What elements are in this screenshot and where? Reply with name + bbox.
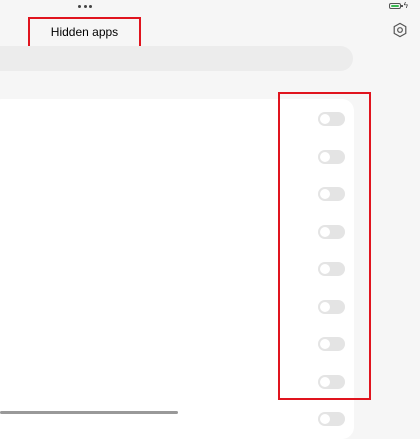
toggle-switch[interactable] <box>318 112 345 126</box>
dot <box>78 5 81 8</box>
dot <box>89 5 92 8</box>
gear-icon[interactable] <box>392 22 408 38</box>
app-list <box>0 99 354 439</box>
toggle-knob <box>320 301 330 312</box>
toggle-switch[interactable] <box>318 149 345 164</box>
toggle-switch[interactable] <box>318 262 345 276</box>
toggle-knob <box>320 414 330 424</box>
toggle-switch[interactable] <box>318 187 345 201</box>
battery-icon <box>389 3 403 9</box>
toggle-knob <box>320 114 330 124</box>
toggle-knob <box>320 189 330 199</box>
toggle-knob <box>320 226 330 237</box>
toggle-switch[interactable] <box>318 299 345 314</box>
battery-level <box>391 5 399 7</box>
search-bar[interactable] <box>0 46 353 71</box>
toggle-knob <box>320 264 330 274</box>
dot <box>83 5 87 8</box>
charging-icon: ϟ <box>403 1 408 10</box>
toggle-switch[interactable] <box>318 412 345 426</box>
toggle-knob <box>320 339 330 349</box>
toggle-knob <box>320 376 330 387</box>
home-indicator[interactable] <box>0 411 178 414</box>
toggle-switch[interactable] <box>318 337 345 351</box>
toggle-switch[interactable] <box>318 224 345 239</box>
status-dots <box>78 5 92 9</box>
toggle-switch[interactable] <box>318 374 345 389</box>
toggle-knob <box>320 151 330 162</box>
